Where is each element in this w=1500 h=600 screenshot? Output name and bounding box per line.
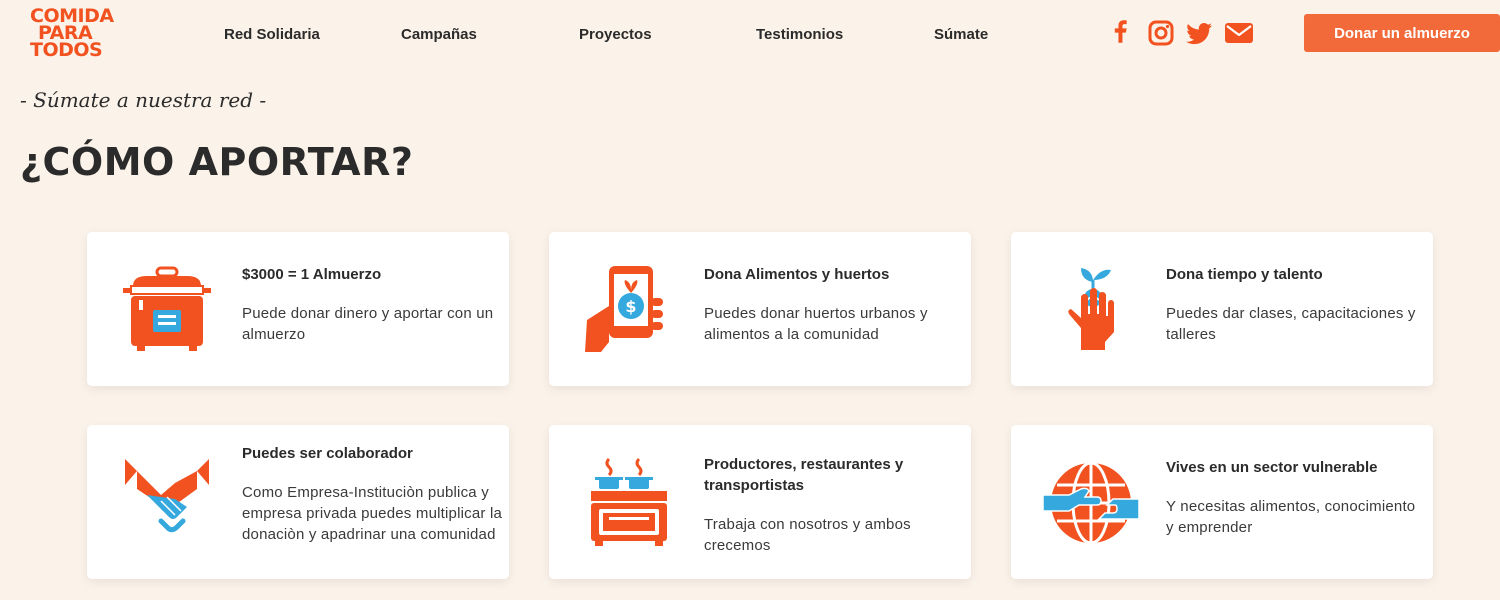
card-food[interactable]: $ Dona Alimentos y huertos Puedes donar … (549, 232, 971, 386)
svg-text:$: $ (625, 297, 636, 316)
card-money[interactable]: $3000 = 1 Almuerzo Puede donar dinero y … (87, 232, 509, 386)
mail-icon[interactable] (1224, 18, 1254, 48)
card-title: Puedes ser colaborador (242, 445, 413, 462)
card-description: Como Empresa-Instituciòn publica y empre… (242, 484, 503, 543)
page: COMIDA PARA TODOS Red Solidaria Campañas… (0, 0, 1500, 600)
instagram-icon[interactable] (1146, 18, 1176, 48)
nav-proyectos[interactable]: Proyectos (579, 26, 652, 43)
card-description: Trabaja con nosotros y ambos crecemos (704, 516, 911, 554)
section-subtitle: - Súmate a nuestra red - (20, 88, 267, 112)
twitter-icon[interactable] (1184, 18, 1214, 48)
card-producers[interactable]: Productores, restaurantes y transportist… (549, 425, 971, 579)
nav-testimonios[interactable]: Testimonios (756, 26, 843, 43)
card-collaborator[interactable]: Puedes ser colaborador Como Empresa-Inst… (87, 425, 509, 579)
card-title: Dona tiempo y talento (1166, 266, 1323, 283)
nav-campanas[interactable]: Campañas (401, 26, 477, 43)
nav-red-solidaria[interactable]: Red Solidaria (224, 26, 320, 43)
site-header: COMIDA PARA TODOS Red Solidaria Campañas… (0, 0, 1500, 72)
nav-sumate[interactable]: Súmate (934, 26, 988, 43)
card-time[interactable]: Dona tiempo y talento Puedes dar clases,… (1011, 232, 1433, 386)
rice-cooker-icon (117, 262, 217, 356)
section-title: ¿CÓMO APORTAR? (20, 140, 414, 184)
card-title: Productores, restaurantes y transportist… (704, 456, 904, 494)
card-title: Vives en un sector vulnerable (1166, 459, 1378, 476)
card-title: $3000 = 1 Almuerzo (242, 266, 382, 283)
card-description: Puedes dar clases, capacitaciones y tall… (1166, 305, 1416, 343)
stove-icon (579, 455, 679, 549)
card-description: Y necesitas alimentos, conocimiento y em… (1166, 498, 1416, 536)
card-description: Puedes donar huertos urbanos y alimentos… (704, 305, 928, 343)
logo-line-3: TODOS (30, 39, 103, 61)
globe-hands-icon (1041, 455, 1141, 549)
facebook-icon[interactable] (1106, 18, 1136, 48)
donate-button[interactable]: Donar un almuerzo (1304, 14, 1500, 52)
card-description: Puede donar dinero y aportar con un almu… (242, 305, 494, 343)
card-vulnerable[interactable]: Vives en un sector vulnerable Y necesita… (1011, 425, 1433, 579)
phone-donation-icon: $ (579, 262, 679, 356)
card-title: Dona Alimentos y huertos (704, 266, 890, 283)
logo[interactable]: COMIDA PARA TODOS (28, 7, 128, 64)
hand-sprout-icon (1041, 262, 1141, 356)
handshake-icon (117, 455, 217, 549)
